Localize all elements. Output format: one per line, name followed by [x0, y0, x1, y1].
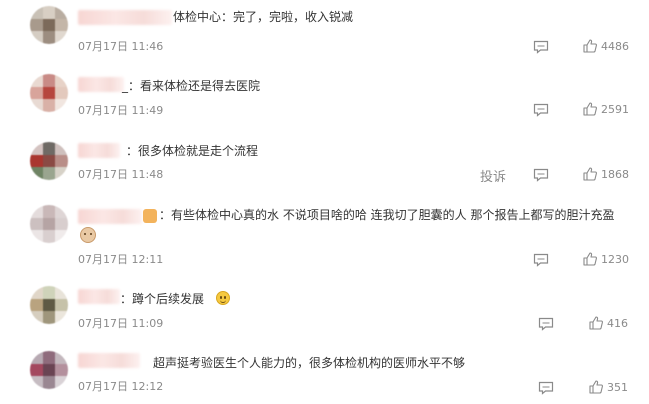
- comment-text: 体检中心：完了，完啦，收入锐减: [173, 10, 354, 24]
- like-count: 351: [607, 381, 628, 394]
- username[interactable]: [78, 289, 120, 304]
- comment-time: 07月17日 12:11: [78, 253, 164, 266]
- comment-text: ：有些体检中心真的水 不说项目啥的哈 连我切了胆囊的人 那个报告上都写的胆汁充盈: [159, 208, 615, 222]
- comment-time: 07月17日 11:48: [78, 168, 164, 181]
- like-count: 416: [607, 317, 628, 330]
- comment-icon[interactable]: [533, 253, 549, 267]
- like-count: 4486: [601, 40, 629, 53]
- like-count: 1230: [601, 253, 629, 266]
- thumbs-up-icon[interactable]: [582, 38, 598, 54]
- comment-text: ：很多体检就是走个流程: [126, 144, 259, 158]
- avatar[interactable]: [30, 142, 68, 180]
- dog-emoji-icon: [80, 227, 96, 243]
- thumbs-up-icon[interactable]: [582, 166, 598, 182]
- avatar[interactable]: [30, 74, 68, 112]
- hand-emoji-icon: [143, 209, 157, 223]
- username[interactable]: [78, 353, 140, 368]
- comment-icon[interactable]: [533, 40, 549, 54]
- comment-time: 07月17日 11:49: [78, 104, 164, 117]
- avatar[interactable]: [30, 6, 68, 44]
- like-count: 1868: [601, 168, 629, 181]
- like-count: 2591: [601, 103, 629, 116]
- comment-icon[interactable]: [533, 103, 549, 117]
- username[interactable]: [78, 77, 124, 92]
- comment-icon[interactable]: [538, 317, 554, 331]
- comment-time: 07月17日 11:46: [78, 40, 164, 53]
- thumbs-up-icon[interactable]: [582, 101, 598, 117]
- username[interactable]: [78, 143, 120, 158]
- avatar[interactable]: [30, 286, 68, 324]
- comment-text: 超声挺考验医生个人能力的，很多体检机构的医师水平不够: [153, 356, 466, 370]
- comment-icon[interactable]: [533, 168, 549, 182]
- comment-text: _：看来体检还是得去医院: [122, 79, 261, 93]
- comment-time: 07月17日 12:12: [78, 380, 164, 393]
- username[interactable]: [78, 10, 172, 25]
- report-link[interactable]: 投诉: [480, 166, 506, 185]
- comment-time: 07月17日 11:09: [78, 317, 164, 330]
- smile-emoji-icon: [216, 291, 230, 305]
- avatar[interactable]: [30, 351, 68, 389]
- comment-text: ：蹲个后续发展: [120, 292, 205, 306]
- username[interactable]: [78, 209, 142, 224]
- comment-icon[interactable]: [538, 381, 554, 395]
- thumbs-up-icon[interactable]: [588, 315, 604, 331]
- avatar[interactable]: [30, 205, 68, 243]
- thumbs-up-icon[interactable]: [588, 379, 604, 395]
- thumbs-up-icon[interactable]: [582, 251, 598, 267]
